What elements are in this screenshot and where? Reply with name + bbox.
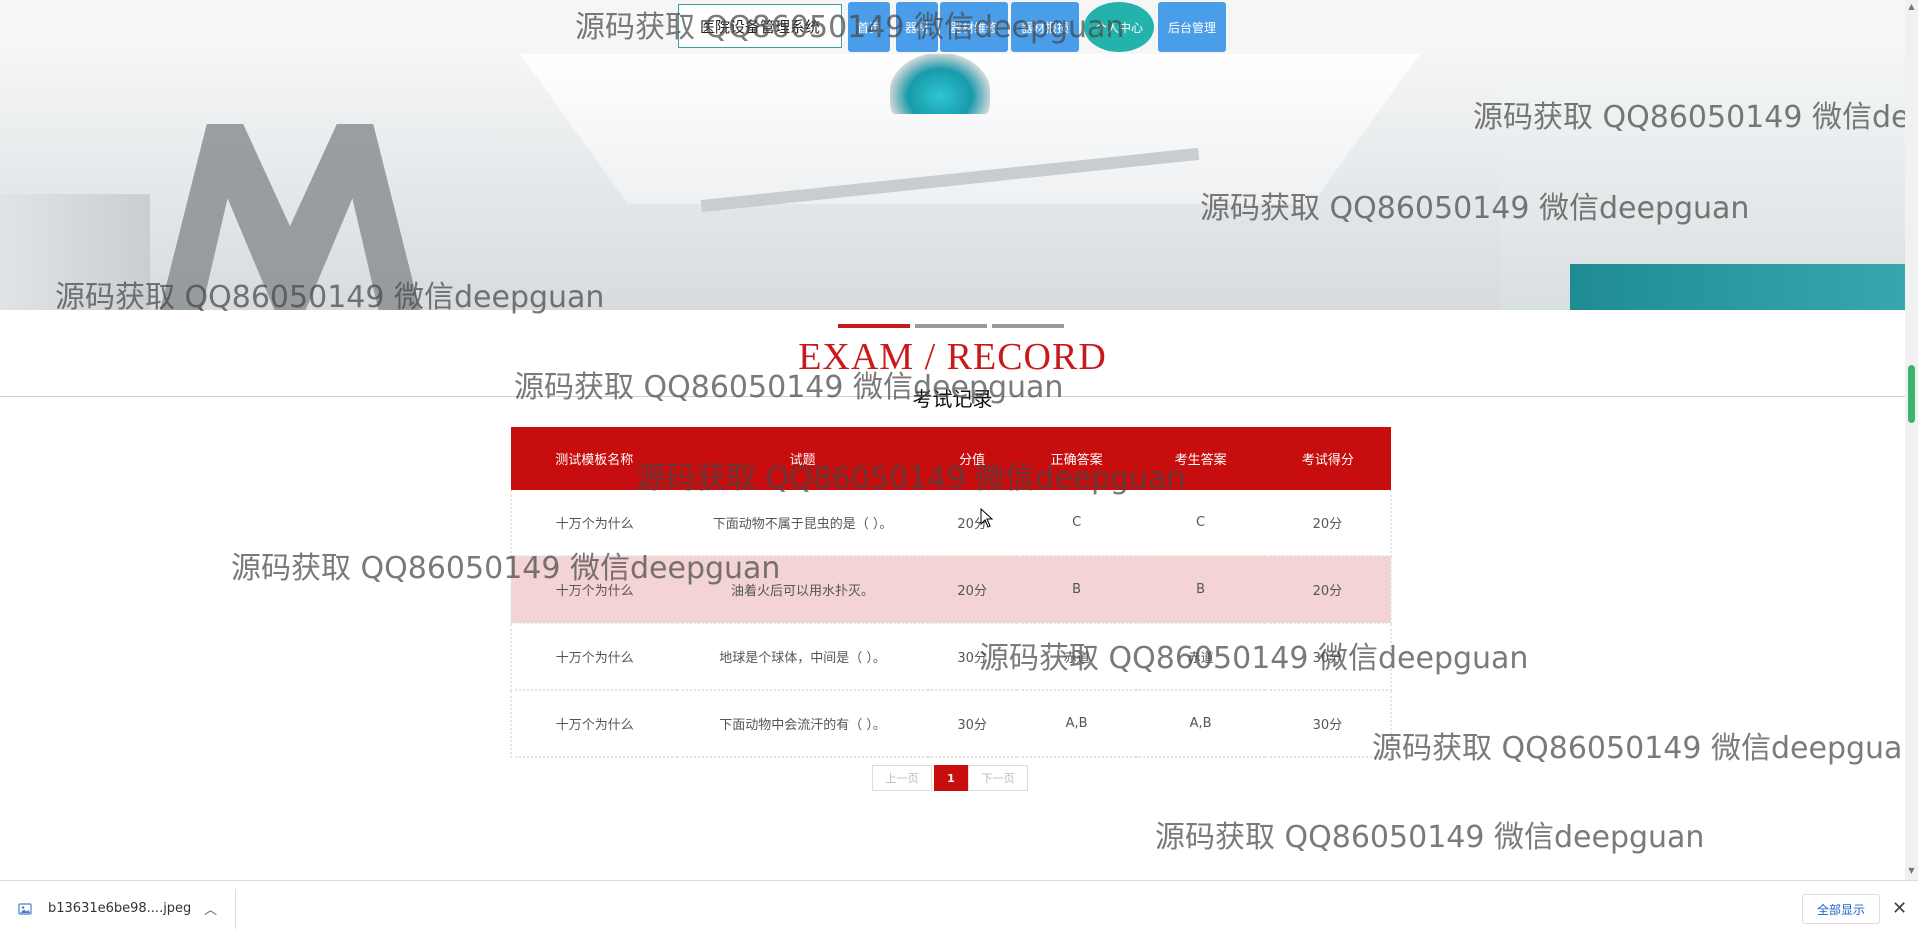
cell-template-name: 十万个为什么 bbox=[509, 490, 678, 557]
carousel-dot-1[interactable] bbox=[838, 324, 910, 328]
download-divider bbox=[235, 889, 236, 929]
cell-template-name: 十万个为什么 bbox=[509, 690, 678, 758]
image-file-icon bbox=[18, 903, 32, 915]
cell-exam-score: 30分 bbox=[1264, 690, 1393, 758]
cell-score-value: 20分 bbox=[927, 490, 1017, 557]
cell-score-value: 30分 bbox=[927, 690, 1017, 758]
vertical-scrollbar[interactable] bbox=[1905, 0, 1918, 880]
col-student-answer: 考生答案 bbox=[1136, 427, 1265, 490]
cell-exam-score: 20分 bbox=[1264, 490, 1393, 557]
nav-equipment-repair[interactable]: 器材维修 bbox=[940, 2, 1008, 52]
section-title-en: EXAM / RECORD bbox=[798, 336, 1107, 378]
carousel-dot-3[interactable] bbox=[992, 324, 1064, 328]
scrollbar-thumb[interactable] bbox=[1908, 365, 1915, 423]
cell-score-value: 30分 bbox=[927, 623, 1017, 691]
cell-question: 下面动物中会流汗的有（ ）。 bbox=[677, 690, 928, 758]
cell-student-answer: 赤道 bbox=[1136, 623, 1265, 691]
cell-question: 下面动物不属于昆虫的是（ ）。 bbox=[677, 490, 928, 557]
col-score-value: 分值 bbox=[927, 427, 1017, 490]
cell-correct-answer: 赤道 bbox=[1016, 623, 1137, 691]
banner-carousel-image bbox=[0, 54, 1905, 310]
prev-page-button[interactable]: 上一页 bbox=[872, 765, 932, 791]
banner-left-panel bbox=[0, 194, 150, 310]
surgical-lamp-icon bbox=[890, 54, 990, 114]
cell-student-answer: C bbox=[1136, 490, 1265, 557]
exam-record-table: 测试模板名称 试题 分值 正确答案 考生答案 考试得分 十万个为什么 下面动物不… bbox=[509, 427, 1393, 758]
cell-correct-answer: C bbox=[1016, 490, 1137, 557]
table-row[interactable]: 十万个为什么 下面动物不属于昆虫的是（ ）。 20分 C C 20分 bbox=[509, 490, 1393, 557]
next-page-button[interactable]: 下一页 bbox=[968, 765, 1028, 791]
cell-score-value: 20分 bbox=[927, 556, 1017, 624]
download-bar: b13631e6be98....jpeg ︿ 全部显示 ✕ bbox=[0, 880, 1918, 938]
cell-question: 地球是个球体，中间是（ ）。 bbox=[677, 623, 928, 691]
chevron-up-icon[interactable]: ︿ bbox=[204, 899, 217, 918]
carousel-dot-2[interactable] bbox=[915, 324, 987, 328]
watermark-text: 源码获取 QQ86050149 微信deepguan bbox=[1155, 820, 1705, 855]
cell-correct-answer: A,B bbox=[1016, 690, 1137, 758]
show-all-downloads-button[interactable]: 全部显示 bbox=[1802, 894, 1880, 924]
watermark-text: 源码获取 QQ86050149 微信deepguan bbox=[1372, 731, 1918, 766]
mouse-cursor-icon bbox=[980, 508, 994, 528]
nav-home[interactable]: 首页 bbox=[848, 2, 890, 52]
nav-admin[interactable]: 后台管理 bbox=[1158, 2, 1226, 52]
banner-letter-m bbox=[160, 124, 420, 310]
cell-exam-score: 20分 bbox=[1264, 556, 1393, 624]
cell-student-answer: A,B bbox=[1136, 690, 1265, 758]
col-template-name: 测试模板名称 bbox=[511, 427, 678, 490]
table-row[interactable]: 十万个为什么 下面动物中会流汗的有（ ）。 30分 A,B A,B 30分 bbox=[509, 690, 1393, 758]
table-header-row: 测试模板名称 试题 分值 正确答案 考生答案 考试得分 bbox=[511, 427, 1391, 490]
cell-correct-answer: B bbox=[1016, 556, 1137, 624]
nav-equipment[interactable]: 器材 bbox=[896, 2, 938, 52]
cell-template-name: 十万个为什么 bbox=[509, 556, 678, 624]
cell-student-answer: B bbox=[1136, 556, 1265, 624]
download-file-name[interactable]: b13631e6be98....jpeg bbox=[48, 901, 191, 916]
close-icon[interactable]: ✕ bbox=[1892, 898, 1907, 919]
col-question: 试题 bbox=[677, 427, 928, 490]
scroll-down-arrow-icon[interactable]: ▼ bbox=[1907, 866, 1916, 875]
cell-template-name: 十万个为什么 bbox=[509, 623, 678, 691]
site-title[interactable]: 医院设备管理系统 bbox=[678, 4, 842, 48]
top-nav-bar: 医院设备管理系统 首页 器材 器材维修 器材报损 个人中心 后台管理 bbox=[0, 0, 1905, 54]
cell-question: 油着火后可以用水扑灭。 bbox=[677, 556, 928, 624]
nav-equipment-loss[interactable]: 器材报损 bbox=[1011, 2, 1079, 52]
banner-teal-cabinet bbox=[1570, 264, 1905, 310]
cell-exam-score: 30分 bbox=[1264, 623, 1393, 691]
nav-personal-center[interactable]: 个人中心 bbox=[1084, 2, 1154, 52]
col-exam-score: 考试得分 bbox=[1264, 427, 1391, 490]
page-1-button[interactable]: 1 bbox=[934, 765, 968, 791]
section-title-cn: 考试记录 bbox=[912, 387, 993, 411]
table-row[interactable]: 十万个为什么 地球是个球体，中间是（ ）。 30分 赤道 赤道 30分 bbox=[509, 623, 1393, 691]
scroll-up-arrow-icon[interactable]: ▲ bbox=[1907, 2, 1916, 11]
table-row[interactable]: 十万个为什么 油着火后可以用水扑灭。 20分 B B 20分 bbox=[509, 556, 1393, 624]
col-correct-answer: 正确答案 bbox=[1016, 427, 1137, 490]
